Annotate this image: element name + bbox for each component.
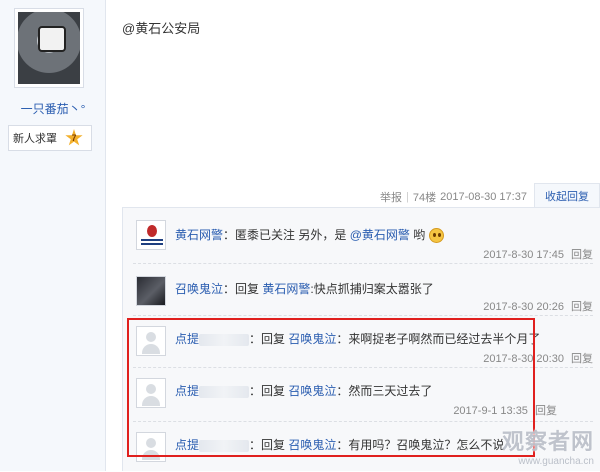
reply-target-link[interactable]: 召唤鬼泣 — [288, 438, 336, 452]
reply-avatar[interactable] — [136, 378, 166, 408]
reply-text: ：然而三天过去了 — [336, 384, 433, 398]
list-item: 黄石网警：匿黍已关注 另外，是 @黄石网警 哟 2017-8-30 17:45 … — [133, 208, 593, 264]
report-link[interactable]: 举报 — [380, 189, 402, 205]
reply-time: 2017-9-1 13:35 — [453, 405, 528, 417]
smile-emoji-icon — [428, 228, 444, 244]
reply-user-link[interactable]: 点提 — [175, 384, 199, 398]
reply-button[interactable]: 回复 — [535, 405, 557, 417]
reply-button[interactable]: 回复 — [571, 249, 593, 261]
post-meta: 举报 | 74楼 2017-08-30 17:37 — [380, 189, 527, 205]
blurred-username — [199, 439, 250, 452]
reply-line: 点提 ：回复 召唤鬼泣：来啊捉老子啊然而已经过去半个月了 — [175, 332, 541, 346]
reply-target-link[interactable]: 召唤鬼泣 — [288, 332, 336, 346]
list-item: 点提 ：回复 召唤鬼泣：来啊捉老子啊然而已经过去半个月了 2017-8-30 20… — [133, 316, 593, 368]
reply-word: 回复 — [261, 332, 286, 346]
reply-meta: 2017-8-30 20:26 回复 — [483, 298, 593, 314]
reply-text: ：有用吗？召唤鬼泣？怎么不说 — [336, 438, 505, 452]
reply-list: 黄石网警：匿黍已关注 另外，是 @黄石网警 哟 2017-8-30 17:45 … — [122, 207, 600, 471]
rank-box: 新人求罩 7 — [8, 125, 92, 151]
author-sidebar: 一只番茄丶° 新人求罩 7 — [0, 0, 106, 471]
reply-time: 2017-8-30 20:26 — [483, 301, 564, 313]
reply-text: 匿黍已关注 另外，是 — [235, 228, 347, 242]
author-name[interactable]: 一只番茄丶° — [0, 100, 106, 117]
reply-word: 回复 — [261, 384, 286, 398]
reply-avatar[interactable] — [136, 220, 166, 250]
reply-button[interactable]: 回复 — [571, 353, 593, 365]
mention-link[interactable]: @黄石网警 — [350, 228, 410, 242]
reply-meta: 2017-9-1 13:35 回复 — [453, 402, 557, 418]
author-avatar[interactable] — [14, 8, 84, 88]
reply-meta: 2017-8-30 17:45 回复 — [483, 246, 593, 262]
reply-text: :快点抓捕归案太嚣张了 — [310, 282, 434, 296]
avatar-image — [18, 12, 80, 84]
reply-word: 回复 — [235, 282, 260, 296]
reply-text: ：来啊捉老子啊然而已经过去半个月了 — [336, 332, 541, 346]
reply-text-end: 哟 — [413, 228, 426, 242]
meta-separator: | — [406, 191, 409, 203]
list-item: 点提 ：回复 召唤鬼泣：有用吗？召唤鬼泣？怎么不说 — [133, 422, 593, 472]
post-datetime: 2017-08-30 17:37 — [440, 191, 527, 203]
reply-button[interactable]: 回复 — [571, 301, 593, 313]
rank-label: 新人求罩 — [13, 133, 57, 145]
reply-user-link[interactable]: 黄石网警 — [175, 228, 223, 242]
reply-time: 2017-8-30 20:30 — [483, 353, 564, 365]
collapse-replies-button[interactable]: 收起回复 — [534, 183, 600, 207]
reply-avatar[interactable] — [136, 432, 166, 462]
reply-meta: 2017-8-30 20:30 回复 — [483, 350, 593, 366]
reply-line: 点提 ：回复 召唤鬼泣：然而三天过去了 — [175, 384, 433, 398]
reply-line: 召唤鬼泣：回复 黄石网警:快点抓捕归案太嚣张了 — [175, 282, 434, 296]
reply-line: 黄石网警：匿黍已关注 另外，是 @黄石网警 哟 — [175, 226, 444, 244]
blurred-username — [199, 333, 250, 346]
reply-line: 点提 ：回复 召唤鬼泣：有用吗？召唤鬼泣？怎么不说 — [175, 438, 505, 452]
list-item: 点提 ：回复 召唤鬼泣：然而三天过去了 2017-9-1 13:35 回复 — [133, 368, 593, 422]
list-item: 召唤鬼泣：回复 黄石网警:快点抓捕归案太嚣张了 2017-8-30 20:26 … — [133, 264, 593, 316]
reply-target-link[interactable]: 黄石网警 — [262, 282, 310, 296]
rank-badge-icon: 7 — [65, 129, 83, 146]
post-content: @黄石公安局 — [122, 21, 201, 36]
floor-number: 74楼 — [412, 192, 437, 204]
reply-user-link[interactable]: 点提 — [175, 438, 199, 452]
reply-target-link[interactable]: 召唤鬼泣 — [288, 384, 336, 398]
reply-user-link[interactable]: 点提 — [175, 332, 199, 346]
blurred-username — [199, 385, 250, 398]
reply-user-link[interactable]: 召唤鬼泣 — [175, 282, 223, 296]
reply-avatar[interactable] — [136, 326, 166, 356]
reply-time: 2017-8-30 17:45 — [483, 249, 564, 261]
reply-word: 回复 — [261, 438, 286, 452]
reply-avatar[interactable] — [136, 276, 166, 306]
